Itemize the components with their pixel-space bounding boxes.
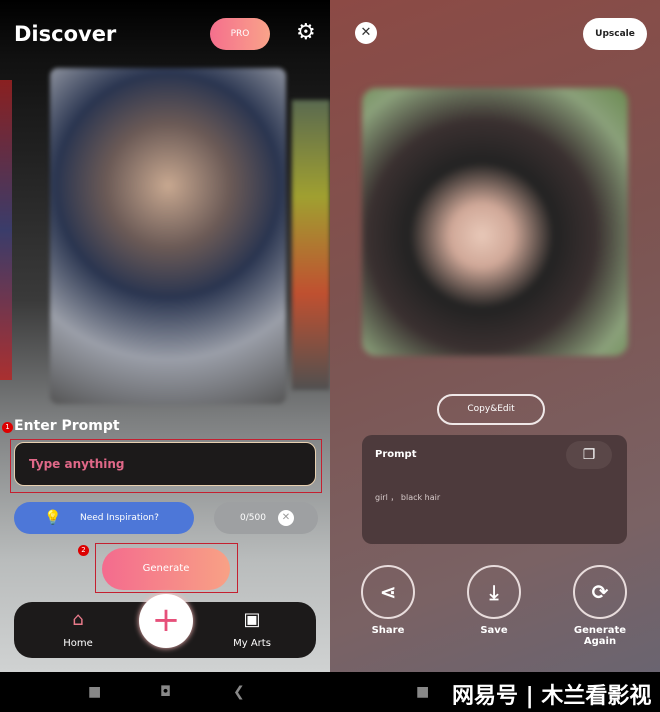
pro-button[interactable]: PRO xyxy=(210,18,270,50)
discover-screen: Discover PRO ⚙ 1 Enter Prompt Type anyth… xyxy=(0,0,330,672)
save-button[interactable]: ⤓ Save xyxy=(454,565,534,636)
upscale-button[interactable]: Upscale xyxy=(583,18,647,50)
inspiration-label: Need Inspiration? xyxy=(80,513,159,523)
back-icon[interactable]: ❮ xyxy=(233,684,245,700)
gear-icon[interactable]: ⚙ xyxy=(296,22,316,44)
copy-icon[interactable]: ❐ xyxy=(566,441,612,469)
home-icon: ⌂ xyxy=(72,609,84,630)
need-inspiration-button[interactable]: 💡 Need Inspiration? xyxy=(14,502,194,534)
step-badge-1: 1 xyxy=(2,422,13,433)
featured-art-card[interactable] xyxy=(50,68,286,404)
prompt-text: girl ， black hair xyxy=(375,493,441,502)
tab-home[interactable]: ⌂ Home xyxy=(38,608,118,649)
carousel-next-card[interactable] xyxy=(292,100,330,390)
char-count-pill: 0/500 ✕ xyxy=(214,502,318,534)
enter-prompt-label: Enter Prompt xyxy=(14,418,120,434)
create-plus-button[interactable]: + xyxy=(139,594,193,648)
folder-camera-icon: ▣ xyxy=(243,609,261,630)
tab-my-arts[interactable]: ▣ My Arts xyxy=(212,608,292,649)
home-nav-icon[interactable]: ◘ xyxy=(160,684,171,700)
carousel-prev-card[interactable] xyxy=(0,80,12,380)
prompt-card: Prompt ❐ girl ， black hair xyxy=(362,435,627,544)
copy-edit-button[interactable]: Copy&Edit xyxy=(437,394,545,425)
tab-my-arts-label: My Arts xyxy=(233,638,271,649)
generated-image xyxy=(362,88,628,356)
generate-button[interactable]: Generate xyxy=(102,548,230,590)
page-title: Discover xyxy=(14,22,117,46)
share-icon: ⋖ xyxy=(361,565,415,619)
recents-icon[interactable]: ■ xyxy=(88,684,101,700)
recents-icon-right[interactable]: ■ xyxy=(416,684,429,700)
close-icon[interactable]: ✕ xyxy=(355,22,377,44)
clear-icon[interactable]: ✕ xyxy=(278,510,294,526)
download-icon: ⤓ xyxy=(467,565,521,619)
char-count: 0/500 xyxy=(240,513,266,523)
prompt-input[interactable]: Type anything xyxy=(14,442,316,486)
generate-again-label: Generate Again xyxy=(573,625,627,647)
lightbulb-icon: 💡 xyxy=(44,510,62,526)
step-badge-2: 2 xyxy=(78,545,89,556)
refresh-icon: ⟳ xyxy=(573,565,627,619)
share-button[interactable]: ⋖ Share xyxy=(348,565,428,636)
save-label: Save xyxy=(480,625,508,636)
tab-home-label: Home xyxy=(63,638,93,649)
generate-again-button[interactable]: ⟳ Generate Again xyxy=(560,565,640,647)
share-label: Share xyxy=(371,625,405,636)
prompt-title: Prompt xyxy=(375,449,417,460)
watermark: 网易号 | 木兰看影视 xyxy=(452,684,652,709)
